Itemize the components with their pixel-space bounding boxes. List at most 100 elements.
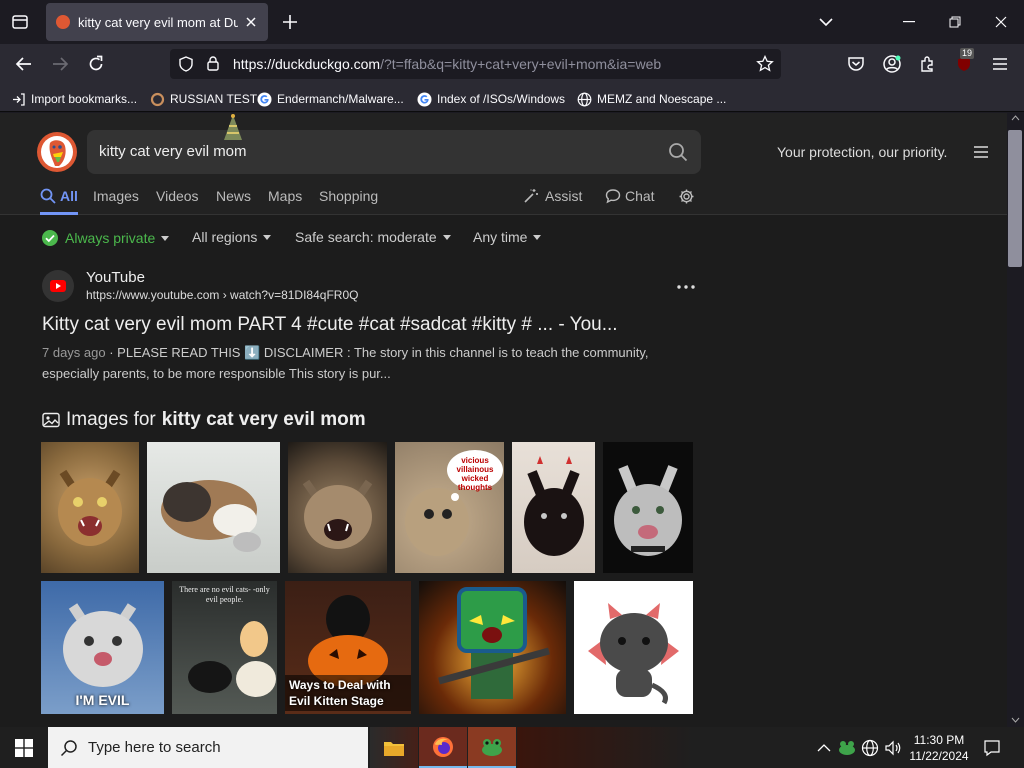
frog-app-taskbar-icon[interactable] bbox=[468, 727, 516, 768]
tab-images[interactable]: Images bbox=[93, 188, 139, 204]
lock-icon[interactable] bbox=[206, 55, 220, 71]
file-explorer-taskbar-icon[interactable] bbox=[370, 727, 418, 768]
bookmark-endermanch[interactable]: Endermanch/Malware... bbox=[257, 90, 404, 108]
bookmark-label: Index of /ISOs/Windows bbox=[437, 92, 566, 106]
tab-label: Maps bbox=[268, 188, 303, 204]
region-filter[interactable]: All regions bbox=[192, 229, 272, 245]
google-icon bbox=[417, 92, 432, 107]
list-all-tabs-icon[interactable] bbox=[812, 8, 840, 36]
chevron-down-icon bbox=[533, 234, 542, 240]
show-hidden-icons-icon[interactable] bbox=[815, 739, 833, 757]
result-title-link[interactable]: Kitty cat very evil mom PART 4 #cute #ca… bbox=[42, 314, 618, 336]
time-filter[interactable]: Any time bbox=[473, 229, 542, 245]
always-private-filter[interactable]: Always private bbox=[41, 229, 170, 247]
filter-label: All regions bbox=[192, 229, 258, 245]
minimize-icon[interactable] bbox=[895, 8, 923, 36]
network-globe-icon[interactable] bbox=[861, 739, 879, 757]
account-icon[interactable] bbox=[878, 50, 906, 78]
result-url[interactable]: https://www.youtube.com › watch?v=81DI84… bbox=[86, 288, 358, 302]
page-content: kitty cat very evil mom Your protection,… bbox=[0, 113, 1007, 727]
image-thumbnail[interactable] bbox=[574, 581, 693, 714]
tab-label: Images bbox=[93, 188, 139, 204]
more-options-icon[interactable] bbox=[676, 285, 696, 289]
search-input[interactable]: kitty cat very evil mom bbox=[99, 143, 247, 160]
taskbar-search-placeholder: Type here to search bbox=[88, 739, 221, 756]
app-menu-icon[interactable] bbox=[986, 50, 1014, 78]
chat-button[interactable]: Chat bbox=[605, 188, 655, 204]
chat-label: Chat bbox=[625, 188, 655, 204]
system-clock[interactable]: 11:30 PM 11/22/2024 bbox=[905, 732, 973, 764]
menu-icon[interactable] bbox=[973, 145, 989, 159]
extensions-icon[interactable] bbox=[914, 50, 942, 78]
image-thumbnail[interactable]: Ways to Deal with Evil Kitten Stage bbox=[285, 581, 411, 714]
cat-with-kitten-image-icon bbox=[161, 480, 261, 552]
image-thumbnail[interactable] bbox=[419, 581, 566, 714]
party-hat-cursor-icon bbox=[222, 114, 244, 142]
address-bar[interactable]: https://duckduckgo.com/?t=ffab&q=kitty+c… bbox=[170, 49, 781, 79]
reload-icon[interactable] bbox=[82, 50, 110, 78]
shield-icon[interactable] bbox=[178, 56, 194, 72]
image-thumbnail[interactable]: vicious villainous wicked thoughts bbox=[395, 442, 504, 573]
notifications-icon[interactable] bbox=[983, 739, 1001, 757]
taskbar-search-box[interactable]: Type here to search bbox=[48, 727, 368, 768]
result-site-name[interactable]: YouTube bbox=[86, 269, 145, 286]
settings-gear-icon[interactable] bbox=[678, 188, 695, 205]
image-thumbnail[interactable] bbox=[512, 442, 595, 573]
bookmark-memz[interactable]: MEMZ and Noescape ... bbox=[577, 90, 726, 108]
robot-cat-soldier-image-icon bbox=[438, 587, 550, 699]
image-thumbnail[interactable] bbox=[41, 442, 139, 573]
volume-icon[interactable] bbox=[884, 739, 902, 757]
url-text[interactable]: https://duckduckgo.com/?t=ffab&q=kitty+c… bbox=[233, 56, 661, 72]
image-thumbnail[interactable]: I'M EVIL bbox=[41, 581, 164, 714]
image-thumbnail[interactable] bbox=[288, 442, 387, 573]
tab-label: Videos bbox=[156, 188, 199, 204]
filter-label: Always private bbox=[65, 230, 156, 246]
image-thumbnail[interactable] bbox=[147, 442, 280, 573]
scroll-down-icon[interactable] bbox=[1011, 717, 1020, 723]
back-icon[interactable] bbox=[10, 50, 38, 78]
image-caption: Ways to Deal with Evil Kitten Stage bbox=[285, 675, 411, 711]
tab-shopping[interactable]: Shopping bbox=[319, 188, 378, 204]
frog-tray-icon[interactable] bbox=[838, 739, 856, 757]
search-icon bbox=[40, 188, 56, 204]
duckduckgo-favicon-icon bbox=[56, 15, 70, 29]
protection-link[interactable]: Your protection, our priority. bbox=[777, 144, 947, 160]
safe-search-filter[interactable]: Safe search: moderate bbox=[295, 229, 451, 245]
firefox-taskbar-icon[interactable] bbox=[419, 727, 467, 768]
search-box[interactable]: kitty cat very evil mom bbox=[87, 130, 701, 174]
tab-all[interactable]: All bbox=[40, 188, 78, 204]
tab-overview-icon[interactable] bbox=[10, 12, 30, 32]
scroll-up-icon[interactable] bbox=[1011, 115, 1020, 121]
scrollbar-thumb[interactable] bbox=[1008, 130, 1022, 267]
bookmark-star-icon[interactable] bbox=[756, 55, 774, 73]
search-icon[interactable] bbox=[668, 142, 688, 162]
pocket-icon[interactable] bbox=[842, 50, 870, 78]
import-icon bbox=[11, 92, 26, 107]
bookmark-isos[interactable]: Index of /ISOs/Windows bbox=[417, 90, 565, 108]
forward-icon[interactable] bbox=[46, 50, 74, 78]
ublock-origin-icon[interactable]: 19 bbox=[950, 48, 978, 78]
tab-videos[interactable]: Videos bbox=[156, 188, 199, 204]
assist-button[interactable]: Assist bbox=[523, 188, 582, 204]
duckduckgo-logo-icon[interactable] bbox=[37, 132, 77, 172]
filter-label: Any time bbox=[473, 229, 528, 245]
tab-active[interactable]: kitty cat very evil mom at DuckDuckGo bbox=[46, 3, 268, 41]
images-heading-query: kitty cat very evil mom bbox=[161, 409, 366, 430]
url-path: /?t=ffab&q=kitty+cat+very+evil+mom&ia=we… bbox=[380, 56, 662, 72]
bookmark-import[interactable]: Import bookmarks... bbox=[11, 90, 137, 108]
bookmark-russian-test[interactable]: RUSSIAN TEST bbox=[150, 90, 257, 108]
close-window-icon[interactable] bbox=[987, 8, 1015, 36]
close-tab-icon[interactable] bbox=[244, 15, 258, 29]
new-tab-icon[interactable] bbox=[280, 12, 300, 32]
tab-news[interactable]: News bbox=[216, 188, 251, 204]
tab-maps[interactable]: Maps bbox=[268, 188, 302, 204]
image-thumbnail[interactable]: There are no evil cats- -only evil peopl… bbox=[172, 581, 277, 714]
images-section-heading[interactable]: Images for kitty cat very evil mom bbox=[42, 409, 366, 431]
images-heading-prefix: Images for bbox=[66, 409, 156, 430]
restore-icon[interactable] bbox=[941, 8, 969, 36]
windows-start-icon[interactable] bbox=[0, 727, 48, 768]
youtube-icon[interactable] bbox=[42, 270, 74, 302]
image-thumbnail[interactable] bbox=[603, 442, 693, 573]
active-tab-indicator bbox=[40, 212, 78, 215]
search-icon bbox=[150, 92, 165, 107]
